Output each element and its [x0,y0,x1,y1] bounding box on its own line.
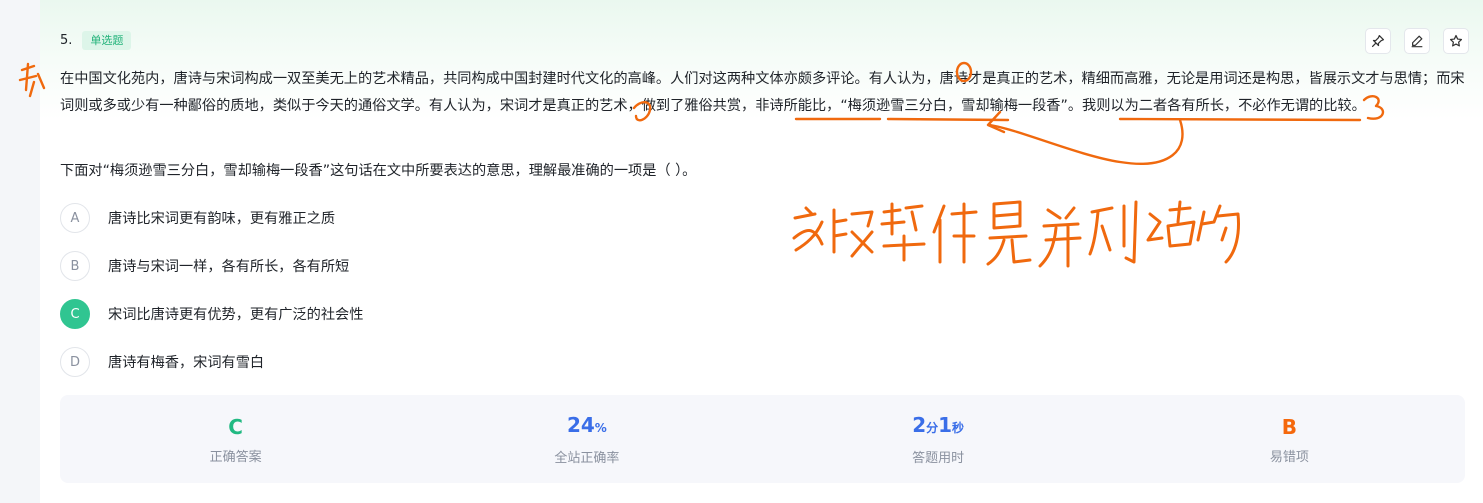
pin-button[interactable] [1365,28,1391,54]
pin-icon [1371,34,1385,48]
question-header: 5. 单选题 [60,30,132,50]
answer-options: A 唐诗比宋词更有韵味，更有雅正之质 B 唐诗与宋词一样，各有所长，各有所短 C… [60,202,363,394]
stat-time-used: 2分1秒 答题用时 [763,395,1114,483]
option-a[interactable]: A 唐诗比宋词更有韵味，更有雅正之质 [60,202,363,234]
option-text: 唐诗与宋词一样，各有所长，各有所短 [108,259,350,275]
option-text: 宋词比唐诗更有优势，更有广泛的社会性 [108,307,364,323]
option-b[interactable]: B 唐诗与宋词一样，各有所长，各有所短 [60,250,363,282]
option-letter: B [60,251,90,281]
question-number: 5. [60,32,73,48]
time-minutes-unit: 分 [926,421,939,435]
accuracy-number: 24 [566,413,595,437]
common-wrong-value: B [1281,414,1297,439]
option-letter-selected: C [60,299,90,329]
option-text: 唐诗比宋词更有韵味，更有雅正之质 [108,211,336,227]
time-seconds-unit: 秒 [952,421,965,435]
option-letter: D [60,347,90,377]
accuracy-unit: % [594,421,607,435]
question-type-tag: 单选题 [82,30,132,50]
answer-stats-panel: C 正确答案 24% 全站正确率 2分1秒 答题用时 B 易错项 [60,395,1465,483]
option-c[interactable]: C 宋词比唐诗更有优势，更有广泛的社会性 [60,298,363,330]
time-used-label: 答题用时 [912,451,965,466]
site-accuracy-label: 全站正确率 [554,451,620,466]
stat-correct-answer: C 正确答案 [60,395,411,483]
option-d[interactable]: D 唐诗有梅香，宋词有雪白 [60,346,363,378]
passage-text: 在中国文化苑内，唐诗与宋词构成一双至美无上的艺术精品，共同构成中国封建时代文化的… [60,71,1465,114]
common-wrong-label: 易错项 [1269,449,1309,465]
question-passage: 在中国文化苑内，唐诗与宋词构成一双至美无上的艺术精品，共同构成中国封建时代文化的… [60,66,1465,120]
time-minutes: 2 [912,413,927,437]
stat-site-accuracy: 24% 全站正确率 [411,395,762,483]
question-toolbar [1365,28,1469,54]
correct-answer-value: C [228,414,243,439]
left-gutter [0,0,40,503]
time-seconds: 1 [938,413,953,437]
correct-answer-label: 正确答案 [209,449,262,465]
edit-icon [1411,35,1423,48]
edit-note-button[interactable] [1404,28,1430,54]
favorite-button[interactable] [1443,28,1469,54]
stat-common-wrong: B 易错项 [1114,395,1465,483]
option-letter: A [60,203,90,233]
site-accuracy-value: 24% [567,412,607,441]
question-prompt: 下面对“梅须逊雪三分白，雪却输梅一段香”这句话在文中所要表达的意思，理解最准确的… [60,163,697,179]
time-used-value: 2分1秒 [912,412,964,441]
star-icon [1449,34,1463,47]
option-text: 唐诗有梅香，宋词有雪白 [108,355,265,371]
question-card: 5. 单选题 在中国文化苑内，唐诗与宋词构成一双至美无上的艺术精品，共同构成中国… [40,0,1483,503]
